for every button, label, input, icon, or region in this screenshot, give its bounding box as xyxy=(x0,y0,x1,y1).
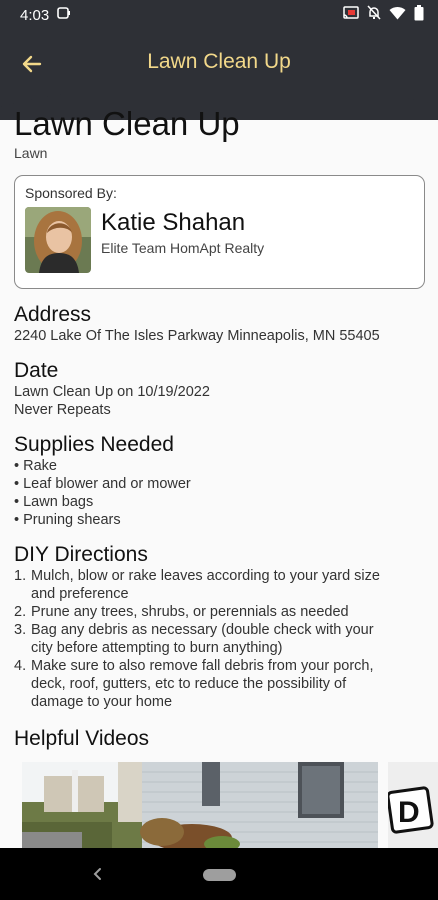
task-category: Lawn xyxy=(14,145,48,161)
supplies-title: Supplies Needed xyxy=(14,433,174,456)
date-title: Date xyxy=(14,359,59,382)
sponsor-name: Katie Shahan xyxy=(101,209,246,236)
date-value: Lawn Clean Up on 10/19/2022 xyxy=(14,384,210,400)
status-time: 4:03 xyxy=(20,6,50,24)
sponsor-company: Elite Team HomApt Realty xyxy=(101,240,265,256)
address-title: Address xyxy=(14,303,92,326)
videos-carousel[interactable]: D xyxy=(22,762,438,848)
mute-icon xyxy=(367,5,381,25)
repeat-value: Never Repeats xyxy=(14,402,111,418)
list-item: • Lawn bags xyxy=(14,494,94,510)
nav-home-button[interactable] xyxy=(203,869,236,881)
avatar xyxy=(25,207,91,273)
list-item: 4. Make sure to also remove fall debris … xyxy=(14,658,374,710)
supplies-section: Supplies Needed • Rake • Leaf blower and… xyxy=(14,433,426,529)
sponsor-card[interactable]: Sponsored By: Katie Shahan Elite Team Ho… xyxy=(14,175,425,289)
notification-icon xyxy=(57,6,71,24)
video-thumbnail[interactable]: D xyxy=(386,762,438,848)
nav-back-button[interactable] xyxy=(88,864,108,884)
wifi-icon xyxy=(389,6,406,25)
list-item: 1. Mulch, blow or rake leaves according … xyxy=(14,568,380,602)
app-bar-title: Lawn Clean Up xyxy=(147,50,291,73)
status-bar: 4:03 xyxy=(0,0,438,30)
list-item: • Leaf blower and or mower xyxy=(14,476,191,492)
system-nav-bar xyxy=(0,848,438,900)
battery-icon xyxy=(414,4,424,26)
task-details: Lawn Clean Up Lawn Sponsored By: Katie S… xyxy=(14,104,426,751)
video-thumbnail[interactable] xyxy=(22,762,378,848)
list-item: • Rake xyxy=(14,458,57,474)
sponsor-label: Sponsored By: xyxy=(25,185,117,201)
list-item: • Pruning shears xyxy=(14,512,121,528)
chevron-left-icon xyxy=(93,868,101,880)
directions-section: DIY Directions 1. Mulch, blow or rake le… xyxy=(14,543,426,711)
directions-title: DIY Directions xyxy=(14,543,148,566)
cast-icon xyxy=(343,5,359,25)
list-item: 3. Bag any debris as necessary (double c… xyxy=(14,622,374,656)
videos-section: Helpful Videos xyxy=(14,727,426,751)
videos-title: Helpful Videos xyxy=(14,727,150,750)
date-section: Date Lawn Clean Up on 10/19/2022 Never R… xyxy=(14,359,426,419)
address-section: Address 2240 Lake Of The Isles Parkway M… xyxy=(14,303,426,345)
svg-text:D: D xyxy=(398,796,420,829)
page-title: Lawn Clean Up xyxy=(14,105,240,142)
address-value: 2240 Lake Of The Isles Parkway Minneapol… xyxy=(14,328,380,344)
list-item: 2. Prune any trees, shrubs, or perennial… xyxy=(14,604,349,620)
